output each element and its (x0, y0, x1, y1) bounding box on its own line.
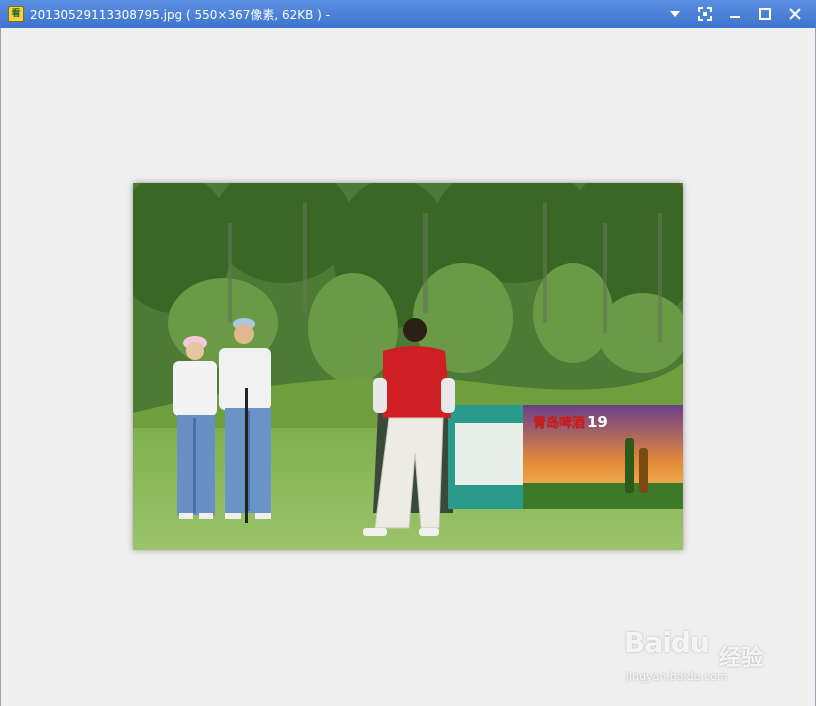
fullscreen-button[interactable] (690, 0, 720, 28)
app-icon-glyph: 看 (11, 8, 21, 19)
watermark-url: jingyan.baidu.com (626, 670, 728, 683)
maximize-button[interactable] (750, 0, 780, 28)
window-controls (660, 0, 810, 28)
image-viewer-icon: 看 (8, 6, 24, 22)
dropdown-button[interactable] (660, 0, 690, 28)
title-bar[interactable]: 看 20130529113308795.jpg ( 550×367像素, 62K… (0, 0, 816, 28)
golf-photo: 青岛啤酒 19 (133, 183, 683, 550)
sign-number: 19 (587, 413, 608, 431)
watermark-logo: Baidu (624, 626, 710, 659)
fullscreen-icon (698, 7, 712, 21)
watermark-cn: 经验 (719, 646, 764, 671)
golf-scene: 青岛啤酒 19 (133, 183, 683, 550)
sign-text: 青岛啤酒 (533, 415, 585, 431)
maximize-icon (759, 8, 771, 20)
dropdown-icon (670, 11, 680, 17)
minimize-icon (730, 16, 740, 18)
window-title: 20130529113308795.jpg ( 550×367像素, 62KB … (30, 7, 330, 22)
baidu-watermark: Baidu 经验 jingyan.baidu.com (624, 620, 774, 690)
close-icon (789, 8, 801, 20)
close-button[interactable] (780, 0, 810, 28)
minimize-button[interactable] (720, 0, 750, 28)
